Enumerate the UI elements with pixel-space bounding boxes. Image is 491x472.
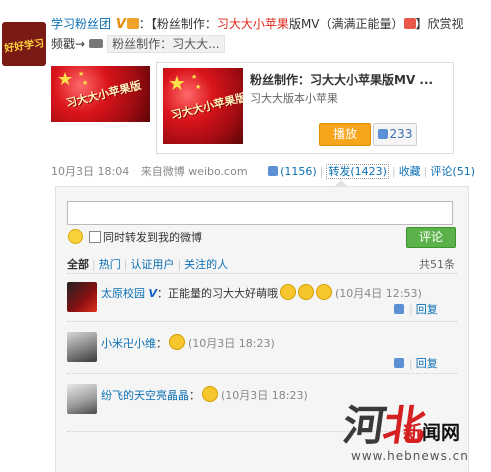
video-thumbnail-large[interactable]: ★ ★ ★ 习大大小苹果版 bbox=[163, 68, 243, 144]
filter-verified[interactable]: 认证用户 bbox=[130, 258, 174, 271]
forward-checkbox-label[interactable]: 同时转发到我的微博 bbox=[103, 229, 202, 245]
verified-icon: V bbox=[148, 287, 158, 300]
emoji-icon bbox=[280, 284, 297, 300]
comment-text: ： bbox=[156, 337, 167, 350]
video-thumbnail-small[interactable]: ★ ★ ★ 习大大小苹果版 bbox=[51, 66, 150, 122]
thumbs-up-icon bbox=[268, 166, 279, 176]
verified-icon: V bbox=[115, 17, 126, 32]
post-time[interactable]: 10月3日 18:04 bbox=[51, 165, 129, 178]
comment-time: (10月3日 18:23) bbox=[221, 389, 308, 402]
forward-link[interactable]: 转发(1423) bbox=[326, 164, 389, 179]
video-card: ★ ★ ★ 习大大小苹果版 粉丝制作：习大大小苹果版MV ... 习大大版本小苹… bbox=[156, 62, 454, 154]
source-link[interactable]: 微博 weibo.com bbox=[163, 165, 248, 178]
watermark-name: 新闻网 bbox=[403, 418, 460, 445]
author-avatar[interactable]: 好好学习 bbox=[2, 22, 46, 66]
reply-link[interactable]: 回复 bbox=[416, 303, 438, 316]
smiley-icon[interactable] bbox=[68, 229, 83, 244]
filter-all[interactable]: 全部 bbox=[67, 258, 89, 271]
comment-text: ：正能量的习大大好萌哦 bbox=[157, 287, 279, 300]
avatar[interactable] bbox=[67, 282, 97, 312]
watermark-logo-a: 河 bbox=[340, 401, 388, 450]
star-icon: ★ bbox=[191, 73, 198, 81]
star-icon: ★ bbox=[82, 79, 89, 87]
forward-checkbox[interactable] bbox=[89, 231, 101, 243]
post-text-suffix: 】欣赏视 bbox=[415, 17, 464, 31]
thumbs-up-icon[interactable] bbox=[394, 304, 404, 314]
thumbs-up-icon[interactable] bbox=[394, 358, 404, 368]
post-text-prefix: ：【粉丝制作： bbox=[138, 17, 217, 31]
post-text-middle: 版MV（满满正能量） bbox=[288, 17, 404, 31]
favorite-link[interactable]: 收藏 bbox=[399, 165, 421, 178]
comment-input[interactable] bbox=[67, 201, 453, 225]
avatar[interactable] bbox=[67, 332, 97, 362]
comment-total: 共51条 bbox=[419, 258, 455, 271]
comment-link[interactable]: 评论(51) bbox=[430, 165, 475, 178]
comment-text: ： bbox=[189, 389, 200, 402]
emoticon-icon bbox=[403, 18, 416, 29]
post-actions: (1156) | 转发(1423) | 收藏 | 评论(51) bbox=[268, 163, 475, 179]
post-text-line2: 频戳→ 粉丝制作：习大大... bbox=[51, 34, 225, 54]
comment-time: (10月3日 18:23) bbox=[188, 337, 275, 350]
avatar[interactable] bbox=[67, 384, 97, 414]
watermark-url: www.hebnews.cn bbox=[351, 449, 469, 463]
comment-user[interactable]: 小米卍小维 bbox=[101, 337, 156, 350]
comment-actions: | 回复 bbox=[394, 301, 468, 317]
comment-user[interactable]: 太原校园 bbox=[101, 287, 145, 300]
watermark-name-a: 新 bbox=[403, 422, 423, 444]
video-like-button[interactable]: 233 bbox=[373, 123, 417, 146]
star-icon: ★ bbox=[168, 71, 186, 95]
emoji-icon bbox=[169, 334, 185, 350]
author-link[interactable]: 学习粉丝团 bbox=[51, 17, 111, 31]
video-like-count: 233 bbox=[389, 127, 413, 141]
thumbs-up-icon bbox=[377, 129, 388, 139]
reply-link[interactable]: 回复 bbox=[416, 357, 438, 370]
video-title[interactable]: 粉丝制作：习大大小苹果版MV ... bbox=[250, 71, 433, 88]
like-link[interactable]: (1156) bbox=[280, 165, 317, 178]
comment-time: (10月4日 12:53) bbox=[335, 287, 422, 300]
watermark-name-b: 闻网 bbox=[422, 422, 461, 444]
post-meta: 10月3日 18:04 来自微博 weibo.com (1156) | 转发(142… bbox=[51, 163, 475, 179]
filter-hot[interactable]: 热门 bbox=[99, 258, 121, 271]
submit-comment-button[interactable]: 评论 bbox=[406, 227, 456, 248]
post-text-line2-label: 频戳→ bbox=[51, 37, 86, 51]
thumbnail-title: 习大大小苹果版 bbox=[64, 78, 143, 111]
star-icon: ★ bbox=[57, 69, 74, 90]
topic-link[interactable]: 习大大小苹果 bbox=[217, 17, 289, 31]
video-subtitle: 习大大版本小苹果 bbox=[250, 92, 338, 105]
comment-user[interactable]: 纷飞的天空亮晶晶 bbox=[101, 389, 189, 402]
emoji-icon bbox=[316, 284, 333, 300]
comment-filters: 全部 | 热门 | 认证用户 | 关注的人 bbox=[67, 258, 229, 271]
avatar-text: 好好学习 bbox=[3, 37, 45, 55]
video-link[interactable]: 粉丝制作：习大大... bbox=[107, 35, 225, 53]
star-icon: ★ bbox=[78, 70, 85, 78]
star-icon: ★ bbox=[195, 83, 202, 91]
post-text: 学习粉丝团 V ：【粉丝制作：习大大小苹果版MV（满满正能量） 】欣赏视 bbox=[51, 14, 487, 35]
play-button[interactable]: 播放 bbox=[319, 123, 371, 146]
badge-icon bbox=[126, 18, 139, 29]
emoji-icon bbox=[298, 284, 315, 300]
source-prefix: 来自 bbox=[140, 165, 163, 178]
comment-actions: | 回复 bbox=[394, 355, 468, 371]
filter-following[interactable]: 关注的人 bbox=[184, 258, 228, 271]
emoji-icon bbox=[202, 386, 218, 402]
video-icon bbox=[89, 39, 104, 48]
